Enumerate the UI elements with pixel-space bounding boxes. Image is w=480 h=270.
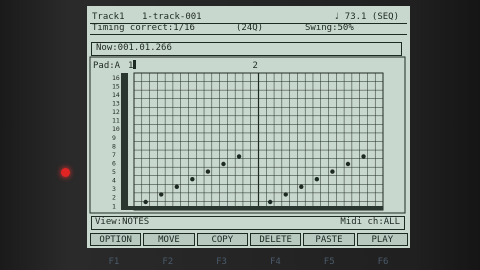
now-position[interactable]: Now:001.01.266 [91, 42, 402, 56]
pad-number[interactable]: 14 [112, 91, 120, 99]
function-tabs: OPTION MOVE COPY DELETE PASTE PLAY [90, 233, 408, 246]
note-dot[interactable] [330, 169, 335, 174]
softkey-f3[interactable]: F3 [216, 257, 227, 267]
pad-column-strip [121, 73, 128, 210]
pad-number[interactable]: 2 [112, 194, 116, 202]
softkey-f2[interactable]: F2 [162, 257, 173, 267]
tab-move[interactable]: MOVE [143, 233, 195, 246]
softkey-f4[interactable]: F4 [270, 257, 281, 267]
pad-number[interactable]: 6 [112, 159, 116, 167]
pad-number[interactable]: 10 [112, 125, 120, 133]
step-grid[interactable]: Pad:A 16151413121110987654321 12 [87, 56, 410, 216]
tempo-readout[interactable]: ♩ 73.1 (SEQ) [334, 12, 399, 22]
note-dot[interactable] [314, 177, 320, 182]
view-field[interactable]: View:NOTES [95, 217, 149, 227]
pad-number[interactable]: 16 [112, 74, 120, 82]
tab-play[interactable]: PLAY [356, 233, 408, 246]
timing-header: Timing correct:1/16 (24Q) Swing:50% [90, 23, 407, 35]
pad-number[interactable]: 5 [112, 168, 116, 176]
note-dot[interactable] [267, 199, 273, 205]
pad-number[interactable]: 9 [112, 134, 116, 142]
pad-number[interactable]: 13 [112, 100, 120, 108]
track-label: Track1 [92, 12, 125, 22]
pad-number[interactable]: 4 [112, 177, 116, 185]
pad-number[interactable]: 8 [112, 142, 116, 150]
note-dot[interactable] [190, 177, 195, 182]
tab-delete[interactable]: DELETE [249, 233, 302, 246]
tab-copy[interactable]: COPY [196, 233, 248, 246]
softkey-f5[interactable]: F5 [324, 257, 335, 267]
status-led [61, 168, 70, 177]
tab-paste[interactable]: PASTE [303, 233, 355, 246]
pad-label: Pad:A [93, 61, 121, 71]
pad-number[interactable]: 15 [112, 82, 120, 90]
track-name-field[interactable]: 1-track-001 [142, 12, 202, 22]
pad-number[interactable]: 7 [112, 151, 116, 159]
note-dot[interactable] [361, 154, 366, 159]
timing-correct-field[interactable]: Timing correct:1/16 [92, 23, 195, 33]
note-dot[interactable] [205, 169, 211, 174]
pad-number[interactable]: 11 [112, 117, 120, 125]
lcd-screen: Track1 1-track-001 ♩ 73.1 (SEQ) Timing c… [87, 6, 410, 248]
softkey-labels: F1 F2 F3 F4 F5 F6 [87, 257, 410, 267]
pad-number[interactable]: 1 [112, 202, 116, 210]
bar-cursor [133, 60, 136, 69]
softkey-f6[interactable]: F6 [378, 257, 389, 267]
pad-number[interactable]: 12 [112, 108, 120, 116]
note-dot[interactable] [159, 192, 164, 197]
bar-marker: 2 [253, 61, 258, 71]
tab-option[interactable]: OPTION [90, 233, 142, 246]
bar-marker: 1 [128, 61, 133, 71]
softkey-f1[interactable]: F1 [108, 257, 119, 267]
note-dot[interactable] [143, 199, 148, 205]
playhead-strip [121, 206, 383, 210]
pad-number[interactable]: 3 [112, 185, 116, 193]
midi-channel-field[interactable]: Midi ch:ALL [340, 217, 400, 227]
note-dot[interactable] [345, 161, 351, 167]
note-dot[interactable] [221, 161, 226, 167]
note-dot[interactable] [174, 184, 179, 189]
note-dot[interactable] [283, 192, 288, 197]
timing-value: (24Q) [236, 23, 264, 33]
note-dot[interactable] [236, 154, 242, 159]
note-dot[interactable] [299, 184, 304, 189]
status-row: View:NOTES Midi ch:ALL [91, 216, 405, 230]
swing-field[interactable]: Swing:50% [305, 23, 354, 33]
